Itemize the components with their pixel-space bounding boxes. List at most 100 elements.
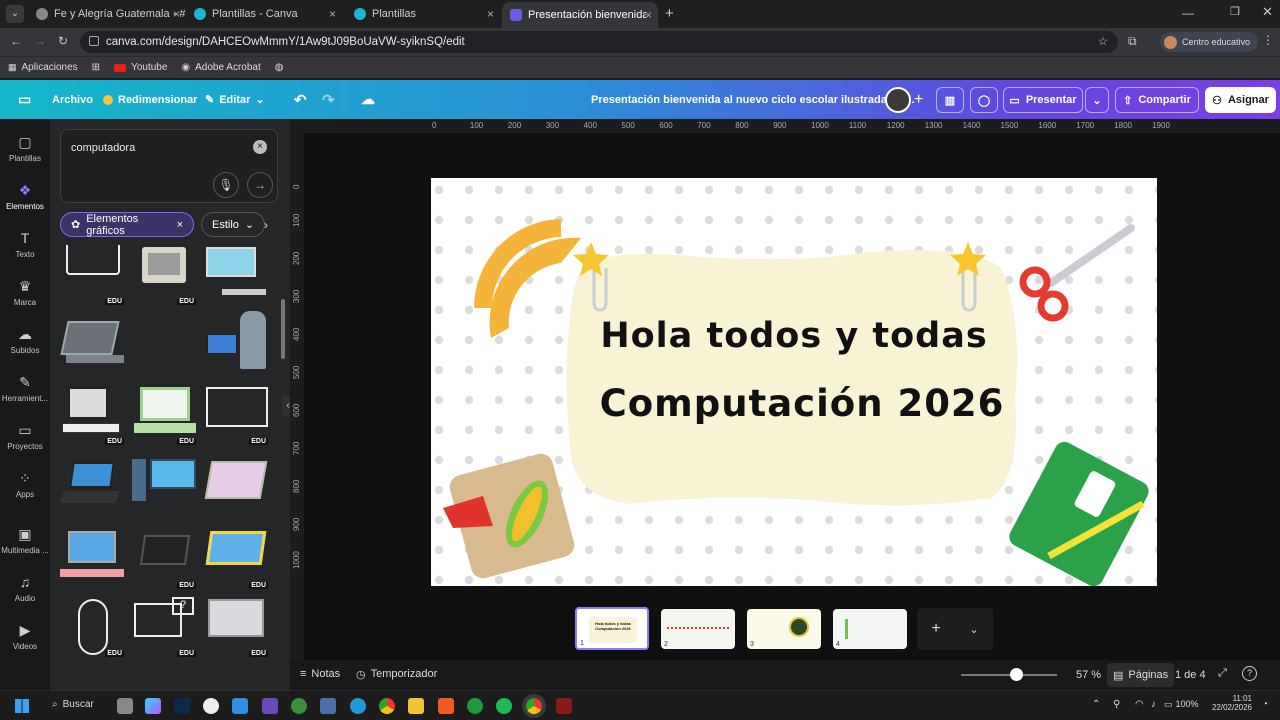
task-view-icon[interactable] [117, 698, 133, 714]
style-filter-chip[interactable]: Estilo ⌄ [201, 212, 265, 237]
document-title[interactable]: Presentación bienvenida al nuevo ciclo e… [591, 80, 914, 119]
slide-title-line1[interactable]: Hola todos y todas [431, 316, 1157, 356]
present-options-button[interactable]: ⌄ [1085, 87, 1109, 113]
graphic-desktop-pink[interactable] [60, 529, 126, 589]
extensions-icon[interactable]: ⧉ [1128, 34, 1137, 49]
windows-start-icon[interactable] [15, 699, 29, 713]
rail-item-media[interactable]: ▣ Multimedia ... [0, 526, 50, 555]
close-tab-icon[interactable]: × [645, 8, 652, 22]
zoom-slider-handle[interactable] [1009, 668, 1023, 681]
chevron-down-icon[interactable]: ⌄ [969, 623, 978, 636]
slide-canvas[interactable]: Hola todos y todas Computación 2026 [431, 178, 1157, 586]
add-page-button[interactable]: + ⌄ [917, 608, 993, 650]
rail-item-uploads[interactable]: ☁ Subidos [0, 326, 50, 355]
page-thumbnail-1[interactable]: Hola todos y todas Computación 2026 1 [575, 607, 649, 650]
reload-icon[interactable]: ↻ [58, 34, 68, 48]
bookmark-star-icon[interactable]: ☆ [1098, 34, 1108, 48]
bookmark-acrobat[interactable]: ◉ Adobe Acrobat [181, 62, 260, 73]
chrome-active-icon[interactable] [526, 698, 542, 714]
panel-scrollbar[interactable] [281, 299, 285, 359]
rail-item-elements[interactable]: ❖ Elementos [0, 182, 50, 211]
timer-button[interactable]: ◷ Temporizador [356, 668, 437, 681]
site-info-icon[interactable] [89, 36, 99, 46]
graphic-laptop-pink[interactable] [204, 457, 270, 517]
file-menu-button[interactable]: Archivo [52, 80, 93, 119]
brave-icon[interactable] [438, 698, 454, 714]
new-tab-button[interactable]: + [665, 5, 674, 22]
battery-status[interactable]: ▭ 100% [1164, 699, 1199, 710]
page-thumbnail-2[interactable]: 2 [661, 609, 735, 649]
resize-button[interactable]: Redimensionar [103, 80, 197, 119]
notifications-icon[interactable]: ◔ [1262, 699, 1268, 710]
back-icon[interactable]: ← [10, 34, 22, 48]
undo-button[interactable]: ↶ [294, 80, 307, 119]
page-thumbnail-4[interactable]: 4 [833, 609, 907, 649]
close-tab-icon[interactable]: × [173, 7, 180, 21]
redo-button[interactable]: ↷ [322, 80, 335, 119]
graphic-laptop-black[interactable]: EDU [132, 529, 198, 589]
rail-item-text[interactable]: T Texto [0, 230, 50, 259]
rail-item-tools[interactable]: ✎ Herramient... [0, 374, 50, 403]
rail-item-templates[interactable]: ▢ Plantillas [0, 134, 50, 163]
app-icon[interactable] [291, 698, 307, 714]
notes-button[interactable]: ≡ Notas [300, 668, 340, 680]
minimize-button[interactable]: — [1182, 6, 1194, 20]
vscode-icon[interactable] [232, 698, 248, 714]
graphic-laptop-gray[interactable] [60, 315, 126, 375]
insights-button[interactable]: ▥ [936, 87, 964, 113]
app-icon[interactable] [556, 698, 572, 714]
browser-tab-2[interactable]: Plantillas - Canva × [186, 4, 342, 24]
graphic-computer-outline[interactable]: EDU [60, 245, 126, 305]
graphic-desktop-blue[interactable] [204, 245, 270, 305]
github-icon[interactable] [203, 698, 219, 714]
microphone-icon[interactable]: 🎙︎ [213, 172, 239, 198]
edit-menu-button[interactable]: ✎ Editar ⌄ [205, 80, 265, 119]
search-input[interactable]: computadora [71, 142, 135, 154]
graphic-monitor-outline[interactable]: EDU [204, 385, 270, 445]
volume-icon[interactable]: ♪ [1151, 699, 1156, 710]
bookmark-grid[interactable]: ⊞ [92, 62, 100, 73]
browser-tab-4[interactable]: Presentación bienvenida al nue × [502, 2, 658, 28]
zoom-slider[interactable] [961, 668, 1057, 681]
xbox-icon[interactable] [467, 698, 483, 714]
rail-item-videos[interactable]: ▶ Videos [0, 622, 50, 651]
collaborator-avatar[interactable] [885, 87, 911, 113]
file-explorer-icon[interactable] [408, 698, 424, 714]
taskbar-search[interactable]: ⌕ Buscar [52, 699, 94, 710]
browser-menu-icon[interactable]: ⋮ [1262, 33, 1274, 47]
assign-button[interactable]: ⚇ Asignar [1205, 87, 1276, 113]
fullscreen-icon[interactable]: ⤢ [1218, 667, 1227, 680]
slide-title-line2[interactable]: Computación 2026 [439, 382, 1157, 425]
graphic-person-at-computer[interactable] [204, 309, 270, 369]
rail-item-audio[interactable]: ♫ Audio [0, 574, 50, 603]
graphic-desktop-tower[interactable] [132, 457, 198, 517]
graphics-filter-chip[interactable]: ✿ Elementos gráficos × [60, 212, 194, 237]
close-tab-icon[interactable]: × [487, 7, 494, 21]
search-box[interactable]: computadora × 🎙︎ → [60, 129, 278, 203]
graphic-mouse-outline[interactable]: EDU [60, 597, 126, 657]
edge-icon[interactable] [350, 698, 366, 714]
browser-tab-3[interactable]: Plantillas × [346, 4, 500, 24]
clear-search-icon[interactable]: × [253, 140, 267, 154]
visual-studio-icon[interactable] [262, 698, 278, 714]
browser-tab-1[interactable]: Fe y Alegría Guatemala - #Som × [28, 4, 186, 24]
chrome-icon[interactable] [379, 698, 395, 714]
spotify-icon[interactable] [496, 698, 512, 714]
graphic-retro-computer[interactable]: EDU [132, 245, 198, 305]
wifi-icon[interactable]: ◠ [1135, 699, 1144, 710]
location-icon[interactable]: ⚲ [1113, 699, 1120, 710]
graphic-laptop-dark[interactable] [59, 457, 126, 517]
tab-list-button[interactable]: ⌄ [6, 5, 24, 23]
rail-item-brand[interactable]: ♛ Marca [0, 278, 50, 307]
graphic-pc-keyboard[interactable]: EDU [60, 385, 126, 445]
help-icon[interactable]: ? [1242, 666, 1257, 681]
graphic-computer-help[interactable]: ? EDU [132, 597, 198, 657]
share-button[interactable]: ⇧ Compartir [1115, 87, 1199, 113]
url-field[interactable]: canva.com/design/DAHCEOwMmmY/1Aw9tJ09BoU… [80, 31, 1118, 53]
photoshop-icon[interactable] [174, 698, 190, 714]
comments-button[interactable]: ◯ [970, 87, 998, 113]
profile-button[interactable]: Centro educativo [1160, 32, 1259, 52]
zoom-value[interactable]: 57 % [1076, 669, 1101, 681]
close-window-button[interactable]: ✕ [1262, 4, 1273, 20]
submit-search-icon[interactable]: → [247, 172, 273, 198]
